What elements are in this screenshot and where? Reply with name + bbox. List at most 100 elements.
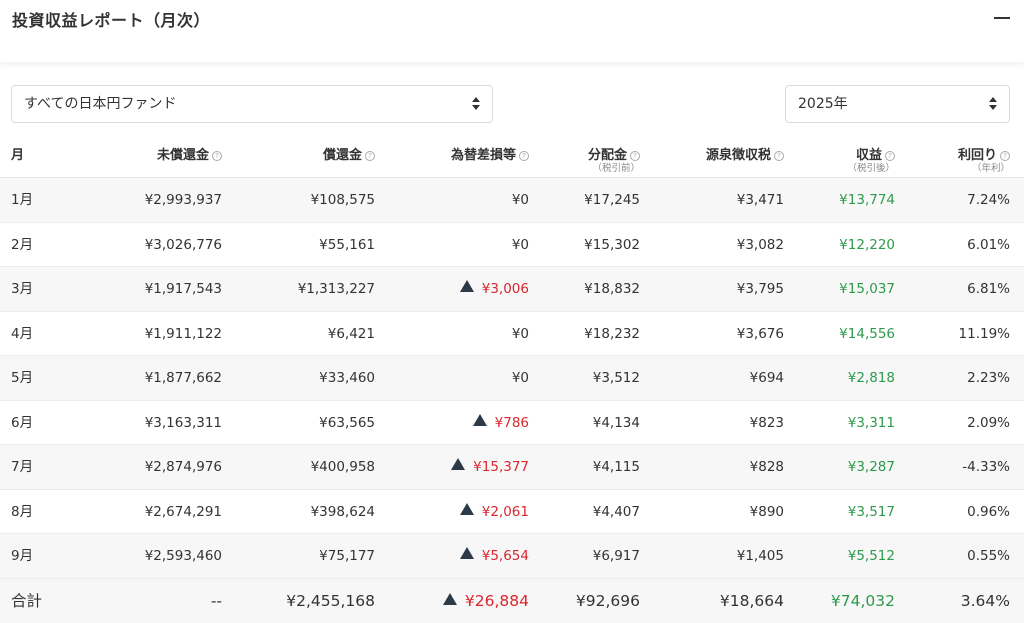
tax-cell: ¥3,795 — [736, 281, 784, 297]
fx-cell: ¥0 — [511, 370, 529, 386]
redemption-cell: ¥55,161 — [319, 236, 375, 253]
distribution-cell: ¥4,407 — [592, 503, 640, 520]
column-header-profit: 収益? （税引後） — [847, 148, 895, 174]
profit-cell: ¥5,512 — [847, 548, 895, 564]
yield-cell: 2.23% — [967, 370, 1010, 386]
total-fx: ¥26,884 — [442, 579, 529, 623]
month-cell: 5月 — [11, 370, 34, 386]
yield-cell: 7.24% — [967, 192, 1010, 208]
fx-cell: ¥0 — [511, 325, 529, 342]
column-header-fx: 為替差損等? — [451, 148, 529, 163]
table-row: 2月 ¥3,026,776 ¥55,161 ¥0 ¥15,302 ¥3,082 ¥12,22… — [0, 223, 1024, 267]
outstanding-cell: ¥2,993,937 — [144, 192, 222, 208]
redemption-cell: ¥108,575 — [310, 192, 375, 208]
fund-select[interactable]: すべての日本円ファンド — [11, 85, 493, 123]
total-distribution: ¥92,696 — [575, 591, 640, 610]
distribution-cell: ¥3,512 — [592, 370, 640, 386]
profit-cell: ¥2,818 — [847, 370, 895, 386]
column-header-outstanding: 未償還金? — [157, 148, 222, 163]
column-header-yield: 利回り? （年利） — [957, 148, 1010, 174]
profit-cell: ¥3,517 — [847, 503, 895, 520]
redemption-cell: ¥33,460 — [319, 370, 375, 386]
table-row: 3月 ¥1,917,543 ¥1,313,227 ¥3,006 ¥18,832 ¥3,79… — [0, 267, 1024, 312]
info-icon[interactable]: ? — [630, 151, 640, 161]
month-cell: 7月 — [11, 459, 34, 475]
select-arrows-icon — [989, 97, 997, 111]
fx-cell: ¥3,006 — [459, 267, 529, 311]
tax-cell: ¥3,471 — [736, 192, 784, 208]
info-icon[interactable]: ? — [212, 151, 222, 161]
table-row: 5月 ¥1,877,662 ¥33,460 ¥0 ¥3,512 ¥694 ¥2,818 2.2… — [0, 356, 1024, 401]
total-outstanding: -- — [210, 591, 222, 610]
outstanding-cell: ¥2,593,460 — [144, 548, 222, 564]
info-icon[interactable]: ? — [774, 151, 784, 161]
yield-cell: 6.01% — [967, 236, 1010, 253]
outstanding-cell: ¥1,911,122 — [144, 325, 222, 342]
info-icon[interactable]: ? — [885, 151, 895, 161]
distribution-cell: ¥18,832 — [584, 281, 640, 297]
table-row: 4月 ¥1,911,122 ¥6,421 ¥0 ¥18,232 ¥3,676 ¥14,556… — [0, 312, 1024, 356]
total-yield: 3.64% — [960, 591, 1010, 610]
tax-cell: ¥828 — [749, 459, 784, 475]
total-row: 合計 -- ¥2,455,168 ¥26,884 ¥92,696 ¥18,664… — [0, 578, 1024, 623]
month-cell: 8月 — [11, 503, 34, 520]
yield-cell: -4.33% — [962, 459, 1010, 475]
tax-cell: ¥3,082 — [736, 236, 784, 253]
month-cell: 2月 — [11, 236, 34, 253]
fx-cell: ¥0 — [511, 236, 529, 253]
loss-triangle-icon — [442, 592, 457, 605]
tax-cell: ¥694 — [749, 370, 784, 386]
loss-triangle-icon — [459, 547, 474, 559]
table-row: 7月 ¥2,874,976 ¥400,958 ¥15,377 ¥4,115 ¥828 ¥3,… — [0, 445, 1024, 490]
tax-cell: ¥3,676 — [736, 325, 784, 342]
column-header-distribution: 分配金? （税引前） — [587, 148, 640, 174]
outstanding-cell: ¥1,917,543 — [144, 281, 222, 297]
fx-cell: ¥786 — [472, 401, 529, 445]
distribution-cell: ¥4,115 — [592, 459, 640, 475]
fx-cell: ¥5,654 — [459, 534, 529, 578]
year-select[interactable]: 2025年 — [785, 85, 1010, 123]
distribution-cell: ¥15,302 — [584, 236, 640, 253]
report-header: 投資収益レポート（月次） — [0, 0, 1024, 62]
redemption-cell: ¥398,624 — [310, 503, 375, 520]
outstanding-cell: ¥3,026,776 — [144, 236, 222, 253]
column-header-redemption: 償還金? — [323, 148, 375, 163]
column-header-tax: 源泉徴収税? — [706, 148, 784, 163]
month-cell: 9月 — [11, 548, 34, 564]
info-icon[interactable]: ? — [365, 151, 375, 161]
tax-cell: ¥823 — [749, 414, 784, 431]
select-arrows-icon — [472, 97, 480, 111]
loss-triangle-icon — [472, 413, 487, 426]
redemption-cell: ¥75,177 — [319, 548, 375, 564]
redemption-cell: ¥6,421 — [327, 325, 375, 342]
table-row: 6月 ¥3,163,311 ¥63,565 ¥786 ¥4,134 ¥823 ¥3,311 2… — [0, 401, 1024, 445]
loss-triangle-icon — [459, 502, 474, 515]
yield-cell: 6.81% — [967, 281, 1010, 297]
distribution-cell: ¥18,232 — [584, 325, 640, 342]
tax-cell: ¥890 — [749, 503, 784, 520]
profit-cell: ¥13,774 — [839, 192, 895, 208]
redemption-cell: ¥400,958 — [310, 459, 375, 475]
table-header-row: 月 未償還金? 償還金? 為替差損等? 分配金? （税引前） 源泉徴収税? 収益?… — [0, 136, 1024, 178]
table-row: 8月 ¥2,674,291 ¥398,624 ¥2,061 ¥4,407 ¥890 ¥3,5… — [0, 490, 1024, 534]
profit-cell: ¥14,556 — [839, 325, 895, 342]
info-icon[interactable]: ? — [519, 151, 529, 161]
collapse-icon[interactable] — [994, 9, 1012, 27]
tax-cell: ¥1,405 — [736, 548, 784, 564]
report-table: 月 未償還金? 償還金? 為替差損等? 分配金? （税引前） 源泉徴収税? 収益?… — [0, 136, 1024, 623]
outstanding-cell: ¥1,877,662 — [144, 370, 222, 386]
fx-cell: ¥0 — [511, 192, 529, 208]
yield-cell: 0.55% — [967, 548, 1010, 564]
outstanding-cell: ¥3,163,311 — [144, 414, 222, 431]
profit-cell: ¥3,287 — [847, 459, 895, 475]
outstanding-cell: ¥2,874,976 — [144, 459, 222, 475]
info-icon[interactable]: ? — [1000, 151, 1010, 161]
month-cell: 3月 — [11, 281, 34, 297]
total-redemption: ¥2,455,168 — [286, 591, 375, 610]
total-tax: ¥18,664 — [719, 591, 784, 610]
month-cell: 4月 — [11, 325, 34, 342]
month-cell: 6月 — [11, 414, 34, 431]
outstanding-cell: ¥2,674,291 — [144, 503, 222, 520]
yield-cell: 11.19% — [958, 325, 1010, 342]
page-title: 投資収益レポート（月次） — [12, 11, 211, 30]
